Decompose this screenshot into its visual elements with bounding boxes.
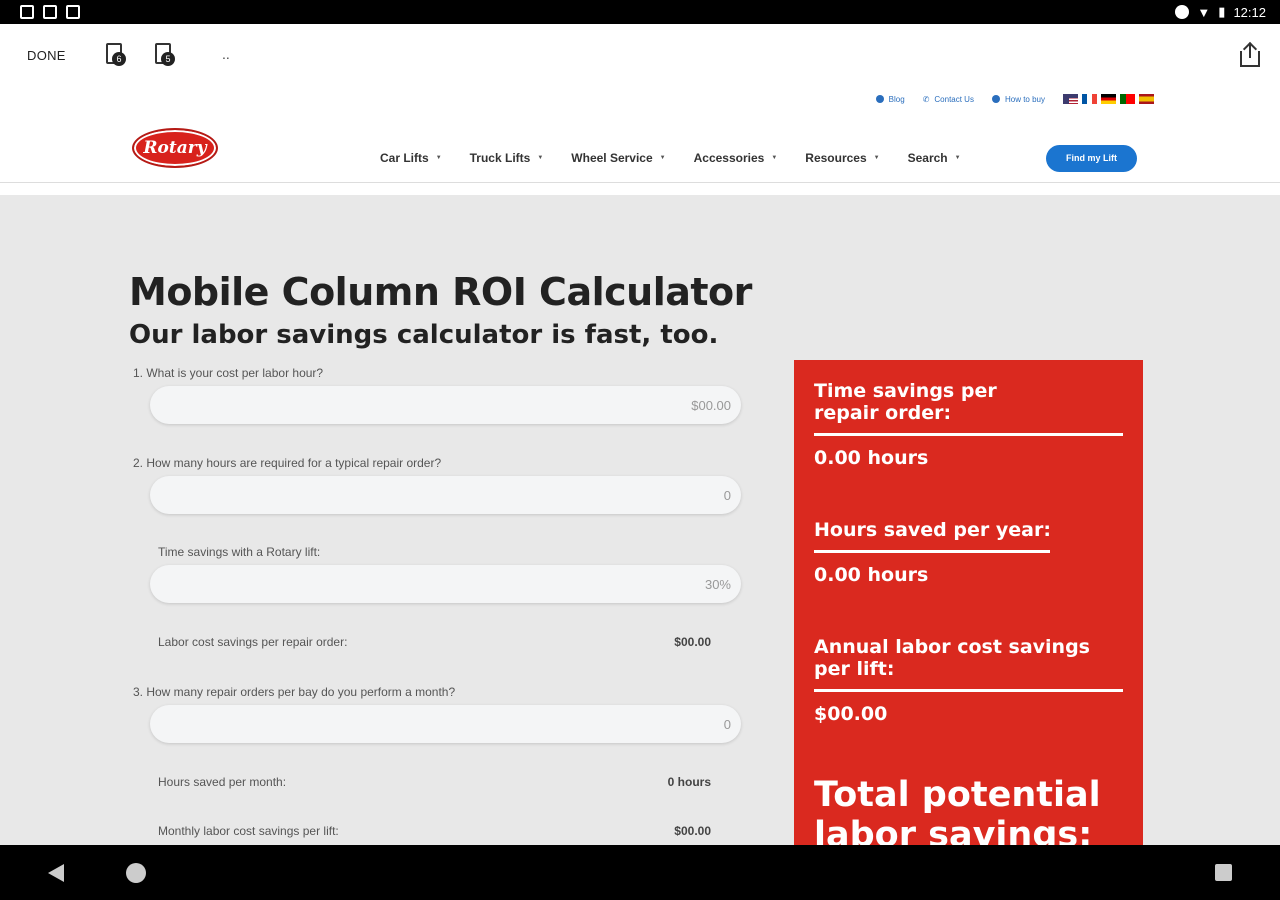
repair-hours-input[interactable] (150, 476, 741, 514)
chevron-down-icon: ▼ (954, 155, 961, 161)
blog-link[interactable]: Blog (875, 95, 905, 104)
germany-flag-icon[interactable] (1101, 94, 1116, 104)
question-repair-orders: 3. How many repair orders per bay do you… (133, 685, 456, 699)
how-to-buy-link[interactable]: How to buy (991, 95, 1045, 104)
main-nav: Car Lifts ▼ Truck Lifts ▼ Wheel Service ▼ A… (380, 151, 961, 165)
chevron-down-icon: ▼ (873, 155, 880, 161)
repair-orders-field[interactable] (150, 705, 741, 743)
hours-saved-month-label: Hours saved per month: (158, 775, 287, 789)
time-per-order-label: Time savings per repair order: (814, 380, 997, 424)
nav-accessories[interactable]: Accessories ▼ (694, 151, 778, 165)
rotary-logo[interactable]: Rotary (132, 128, 218, 168)
result-divider (814, 689, 1123, 692)
total-savings-label: Total potential labor savings: (814, 775, 1101, 845)
nav-search[interactable]: Search ▼ (908, 151, 961, 165)
image-notification-icon (43, 5, 57, 19)
annual-cost-value: $00.00 (814, 703, 888, 725)
recent-apps-icon[interactable] (1215, 864, 1232, 881)
repair-orders-input[interactable] (150, 705, 741, 743)
time-savings-field[interactable] (150, 565, 741, 603)
nav-truck-lifts[interactable]: Truck Lifts ▼ (470, 151, 544, 165)
labor-cost-input[interactable] (150, 386, 741, 424)
hours-saved-month-value: 0 hours (667, 775, 711, 789)
share-icon[interactable] (1238, 41, 1262, 68)
back-icon[interactable] (48, 864, 64, 882)
hours-year-value: 0.00 hours (814, 564, 929, 586)
blog-icon (875, 95, 884, 103)
question-labor-cost: 1. What is your cost per labor hour? (133, 366, 324, 380)
page-paste-icon[interactable]: 5 (153, 42, 179, 68)
find-my-lift-button[interactable]: Find my Lift (1046, 145, 1137, 172)
utility-nav: Blog ✆ Contact Us How to buy (875, 94, 1154, 104)
time-savings-input[interactable] (150, 565, 741, 603)
us-flag-icon[interactable] (1063, 94, 1078, 104)
wifi-icon: ▼ (1197, 4, 1211, 20)
question-repair-hours: 2. How many hours are required for a typ… (133, 456, 442, 470)
play-store-notification-icon (66, 5, 80, 19)
results-panel: Time savings per repair order: 0.00 hour… (794, 360, 1143, 845)
site-header: Blog ✆ Contact Us How to buy Rotary Car … (0, 88, 1280, 184)
time-savings-label: Time savings with a Rotary lift: (158, 545, 321, 559)
chevron-down-icon: ▼ (537, 155, 544, 161)
header-divider (0, 182, 1280, 183)
more-options-button[interactable]: .. (222, 46, 230, 62)
annual-cost-label: Annual labor cost savings per lift: (814, 636, 1090, 680)
result-divider (814, 550, 1050, 553)
language-flags (1063, 94, 1154, 104)
france-flag-icon[interactable] (1082, 94, 1097, 104)
labor-cost-field[interactable] (150, 386, 741, 424)
time-per-order-value: 0.00 hours (814, 447, 929, 469)
hours-year-label: Hours saved per year: (814, 519, 1051, 541)
do-not-disturb-icon (1175, 5, 1190, 19)
clock: 12:12 (1233, 4, 1266, 20)
spain-flag-icon[interactable] (1139, 94, 1154, 104)
browser-toolbar: DONE 6 5 .. (0, 24, 1280, 88)
page-subtitle: Our labor savings calculator is fast, to… (129, 320, 719, 350)
system-nav-bar (0, 845, 1280, 900)
chevron-down-icon: ▼ (435, 155, 442, 161)
phone-icon: ✆ (922, 94, 930, 104)
gallery-notification-icon (20, 5, 34, 19)
info-icon (991, 95, 1000, 103)
chevron-down-icon: ▼ (771, 155, 778, 161)
page-copy-icon[interactable]: 6 (104, 42, 130, 68)
header-spacer (0, 184, 1280, 195)
nav-resources[interactable]: Resources ▼ (805, 151, 879, 165)
page-title: Mobile Column ROI Calculator (129, 270, 752, 314)
portugal-flag-icon[interactable] (1120, 94, 1135, 104)
chevron-down-icon: ▼ (659, 155, 666, 161)
nav-car-lifts[interactable]: Car Lifts ▼ (380, 151, 442, 165)
home-icon[interactable] (126, 863, 146, 883)
monthly-cost-savings-value: $00.00 (674, 824, 711, 838)
done-button[interactable]: DONE (27, 48, 66, 63)
battery-icon: ▮ (1218, 4, 1226, 19)
calculator-section: Mobile Column ROI Calculator Our labor s… (0, 195, 1280, 845)
monthly-cost-savings-label: Monthly labor cost savings per lift: (158, 824, 339, 838)
status-bar: ▼ ▮ 12:12 (0, 0, 1280, 24)
notification-icons (20, 5, 80, 19)
labor-cost-savings-value: $00.00 (674, 635, 711, 649)
result-divider (814, 433, 1123, 436)
system-icons: ▼ ▮ 12:12 (1175, 4, 1266, 20)
labor-cost-savings-label: Labor cost savings per repair order: (158, 635, 348, 649)
nav-wheel-service[interactable]: Wheel Service ▼ (571, 151, 665, 165)
repair-hours-field[interactable] (150, 476, 741, 514)
contact-link[interactable]: ✆ Contact Us (923, 95, 974, 104)
